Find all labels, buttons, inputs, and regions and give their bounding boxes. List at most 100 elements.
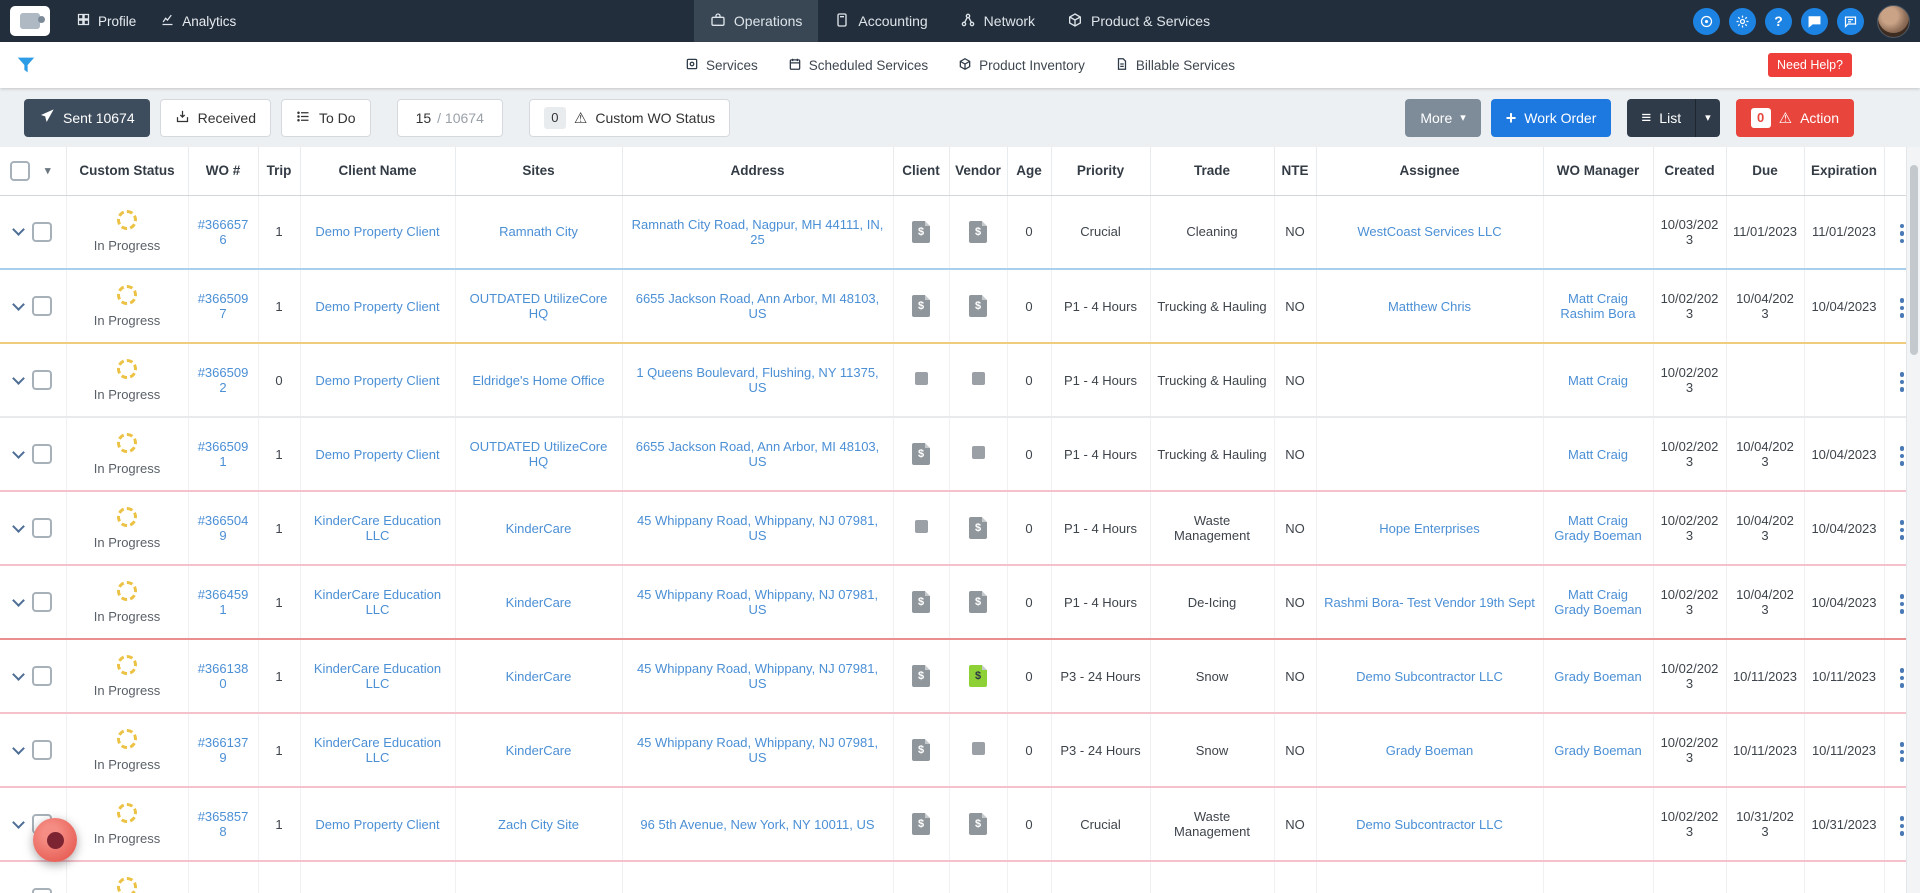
address-link[interactable]: 1 Queens Boulevard, Flushing, NY 11375, …	[636, 365, 878, 395]
select-all-checkbox[interactable]	[10, 160, 30, 181]
client-invoice-icon[interactable]: $	[912, 295, 930, 317]
wo-manager-link[interactable]: Matt Craig	[1550, 447, 1647, 462]
row-expand-chevron-icon[interactable]	[12, 223, 25, 237]
assignee-link[interactable]: Matthew Chris	[1388, 299, 1471, 314]
row-expand-chevron-icon[interactable]	[12, 815, 25, 829]
site-link[interactable]: Eldridge's Home Office	[472, 373, 604, 388]
action-button[interactable]: 0 ⚠ Action	[1735, 98, 1854, 137]
wo-number-link[interactable]: #3665097	[198, 291, 249, 321]
subnav-services[interactable]: Services	[685, 57, 758, 74]
row-expand-chevron-icon[interactable]	[12, 371, 25, 385]
row-checkbox[interactable]	[32, 666, 52, 686]
subnav-product-inventory[interactable]: Product Inventory	[958, 57, 1085, 74]
assignee-link[interactable]: WestCoast Services LLC	[1357, 224, 1501, 239]
settings-gear-icon[interactable]	[1729, 7, 1756, 35]
select-all-caret-icon[interactable]: ▾	[45, 164, 51, 177]
address-link[interactable]: 45 Whippany Road, Whippany, NJ 07981, US	[637, 661, 878, 691]
row-checkbox[interactable]	[32, 740, 52, 760]
help-icon[interactable]: ?	[1765, 7, 1792, 35]
chat-launcher-button[interactable]	[33, 818, 77, 862]
list-view-caret-button[interactable]: ▾	[1695, 98, 1720, 137]
target-icon[interactable]	[1693, 7, 1720, 35]
site-link[interactable]: OUTDATED UtilizeCore HQ	[470, 291, 608, 321]
tab-product-services[interactable]: Product & Services	[1051, 0, 1226, 42]
list-view-button[interactable]: ≡ List	[1627, 98, 1696, 137]
client-invoice-icon[interactable]: $	[912, 665, 930, 687]
vertical-scrollbar[interactable]	[1906, 147, 1920, 893]
wo-manager-link[interactable]: Grady Boeman	[1550, 669, 1647, 684]
address-link[interactable]: 6655 Jackson Road, Ann Arbor, MI 48103, …	[636, 439, 880, 469]
site-link[interactable]: Ramnath City	[499, 224, 578, 239]
client-name-link[interactable]: Demo Property Client	[315, 373, 439, 388]
wo-manager-link[interactable]: Rashim Bora	[1550, 306, 1647, 321]
vendor-invoice-icon[interactable]: $	[969, 517, 987, 539]
assignee-link[interactable]: Demo Subcontractor LLC	[1356, 669, 1503, 684]
wo-manager-link[interactable]: Grady Boeman	[1550, 743, 1647, 758]
client-invoice-icon[interactable]: $	[912, 813, 930, 835]
app-logo[interactable]	[10, 6, 50, 36]
row-checkbox[interactable]	[32, 518, 52, 538]
row-checkbox[interactable]	[32, 370, 52, 390]
wo-number-link[interactable]: #3658578	[198, 809, 249, 839]
wo-manager-link[interactable]: Matt Craig	[1550, 587, 1647, 602]
wo-manager-link[interactable]: Grady Boeman	[1550, 602, 1647, 617]
user-avatar[interactable]	[1877, 4, 1910, 38]
tab-accounting[interactable]: Accounting	[818, 0, 943, 42]
client-name-link[interactable]: KinderCare Education LLC	[314, 587, 441, 617]
client-invoice-icon[interactable]: $	[912, 591, 930, 613]
address-link[interactable]: 45 Whippany Road, Whippany, NJ 07981, US	[637, 587, 878, 617]
wo-number-link[interactable]: #3665092	[198, 365, 249, 395]
scrollbar-thumb[interactable]	[1910, 165, 1918, 355]
row-checkbox[interactable]	[32, 592, 52, 612]
custom-wo-status-button[interactable]: 0 ⚠ Custom WO Status	[528, 98, 731, 137]
vendor-invoice-icon[interactable]: $	[969, 220, 987, 243]
sent-filter-button[interactable]: Sent 10674	[24, 98, 150, 137]
wo-number-link[interactable]: #3664591	[198, 587, 249, 617]
tab-operations[interactable]: Operations	[693, 0, 819, 42]
add-work-order-button[interactable]: + Work Order	[1490, 98, 1612, 137]
wo-number-link[interactable]: #3666576	[198, 217, 249, 247]
todo-filter-button[interactable]: To Do	[281, 98, 371, 137]
row-expand-chevron-icon[interactable]	[12, 593, 25, 607]
vendor-invoice-icon[interactable]: $	[969, 665, 987, 687]
client-name-link[interactable]: Demo Property Client	[315, 299, 439, 314]
subnav-billable-services[interactable]: Billable Services	[1115, 57, 1235, 74]
profile-nav-link[interactable]: Profile	[64, 0, 148, 42]
wo-manager-link[interactable]: Matt Craig	[1550, 373, 1647, 388]
address-link[interactable]: 6655 Jackson Road, Ann Arbor, MI 48103, …	[636, 291, 880, 321]
row-expand-chevron-icon[interactable]	[12, 667, 25, 681]
assignee-link[interactable]: Grady Boeman	[1386, 743, 1473, 758]
assignee-link[interactable]: Hope Enterprises	[1379, 521, 1479, 536]
row-expand-chevron-icon[interactable]	[12, 297, 25, 311]
client-invoice-icon[interactable]: $	[912, 739, 930, 761]
row-checkbox[interactable]	[32, 888, 52, 893]
received-filter-button[interactable]: Received	[159, 98, 271, 137]
subnav-scheduled-services[interactable]: Scheduled Services	[788, 57, 928, 74]
address-link[interactable]: Ramnath City Road, Nagpur, MH 44111, IN,…	[632, 217, 884, 247]
tab-network[interactable]: Network	[944, 0, 1051, 42]
wo-manager-link[interactable]: Matt Craig	[1550, 291, 1647, 306]
client-name-link[interactable]: Demo Property Client	[315, 224, 439, 239]
site-link[interactable]: KinderCare	[506, 521, 572, 536]
row-expand-chevron-icon[interactable]	[12, 741, 25, 755]
vendor-invoice-icon[interactable]: $	[969, 295, 987, 317]
client-name-link[interactable]: KinderCare Education LLC	[314, 735, 441, 765]
wo-number-link[interactable]: #3665049	[198, 513, 249, 543]
assignee-link[interactable]: Rashmi Bora- Test Vendor 19th Sept	[1324, 595, 1535, 610]
wo-number-link[interactable]: #3661380	[198, 661, 249, 691]
row-checkbox[interactable]	[32, 444, 52, 464]
wo-manager-link[interactable]: Matt Craig	[1550, 513, 1647, 528]
vendor-invoice-icon[interactable]: $	[969, 591, 987, 613]
client-name-link[interactable]: KinderCare Education LLC	[314, 513, 441, 543]
address-link[interactable]: 96 5th Avenue, New York, NY 10011, US	[640, 817, 874, 832]
wo-number-link[interactable]: #3661379	[198, 735, 249, 765]
row-checkbox[interactable]	[32, 296, 52, 316]
address-link[interactable]: 45 Whippany Road, Whippany, NJ 07981, US	[637, 513, 878, 543]
row-expand-chevron-icon[interactable]	[12, 445, 25, 459]
message-icon[interactable]	[1837, 7, 1864, 35]
client-name-link[interactable]: Demo Property Client	[315, 447, 439, 462]
wo-manager-link[interactable]: Grady Boeman	[1550, 528, 1647, 543]
more-dropdown-button[interactable]: More ▾	[1405, 98, 1481, 137]
client-invoice-icon[interactable]: $	[912, 220, 930, 243]
row-expand-chevron-icon[interactable]	[12, 519, 25, 533]
